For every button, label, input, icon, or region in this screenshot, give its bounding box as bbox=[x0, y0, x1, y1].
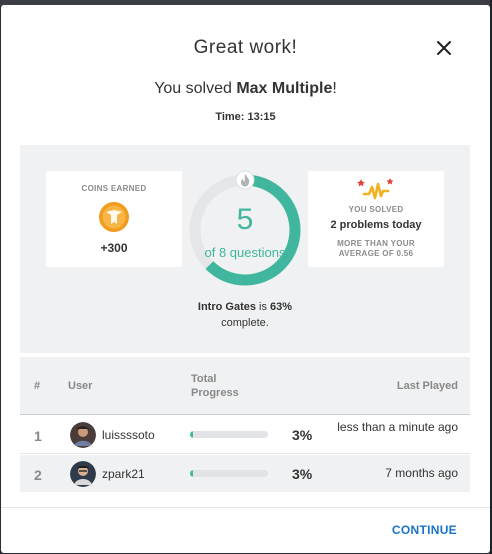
course-name: Intro Gates bbox=[197, 301, 256, 313]
leaderboard-header: # User Total Progress Last Played bbox=[20, 357, 470, 415]
course-progress-text: Intro Gates is 63% complete. bbox=[170, 299, 320, 331]
header-progress-line2: Progress bbox=[191, 387, 239, 399]
row-progress-bar bbox=[190, 470, 268, 477]
course-percent: 63% bbox=[270, 301, 293, 313]
header-progress-line1: Total bbox=[191, 373, 217, 385]
coins-card: COINS EARNED +300 bbox=[46, 171, 182, 267]
ring-value: 5 bbox=[236, 203, 254, 236]
header-progress: Total Progress bbox=[191, 372, 239, 400]
solved-message: You solved Max Multiple! bbox=[1, 80, 490, 98]
row-progress-percent: 3% bbox=[292, 466, 313, 482]
coins-value: +300 bbox=[100, 241, 128, 255]
solved-note-line1: MORE THAN YOUR bbox=[337, 239, 415, 248]
close-icon[interactable] bbox=[435, 39, 453, 57]
row-progress-fill bbox=[190, 470, 194, 477]
header-last-played: Last Played bbox=[396, 380, 458, 392]
continue-button[interactable]: CONTINUE bbox=[392, 523, 457, 537]
row-rank: 2 bbox=[34, 467, 42, 483]
header-rank: # bbox=[34, 380, 41, 392]
solved-note-line2: AVERAGE OF 0.56 bbox=[338, 249, 414, 258]
solved-label: YOU SOLVED bbox=[348, 205, 404, 214]
ring-subtext: of 8 questions bbox=[204, 245, 286, 260]
solved-prefix: You solved bbox=[154, 80, 237, 97]
problem-name: Max Multiple bbox=[236, 80, 333, 97]
coins-label: COINS EARNED bbox=[81, 184, 147, 193]
row-username[interactable]: zpark21 bbox=[102, 467, 145, 481]
solve-time: Time: 13:15 bbox=[215, 111, 276, 123]
row-last-played: less than a minute ago bbox=[337, 420, 458, 434]
header-user: User bbox=[68, 380, 93, 392]
avatar[interactable] bbox=[70, 461, 96, 487]
footer-divider bbox=[1, 507, 490, 508]
stats-panel: COINS EARNED +300 5 of 8 questions YOU S… bbox=[20, 145, 470, 353]
solved-value: 2 problems today bbox=[330, 219, 422, 231]
avatar[interactable] bbox=[70, 422, 96, 448]
solved-note: MORE THAN YOUR AVERAGE OF 0.56 bbox=[308, 239, 444, 259]
coin-icon bbox=[98, 201, 130, 233]
course-mid: is bbox=[255, 301, 271, 313]
row-rank: 1 bbox=[34, 428, 42, 444]
course-tail: complete. bbox=[221, 317, 269, 329]
row-progress-fill bbox=[190, 431, 194, 438]
solved-card: YOU SOLVED 2 problems today MORE THAN YO… bbox=[308, 171, 444, 267]
modal-title: Great work! bbox=[193, 37, 298, 58]
table-row[interactable]: 1 luissssoto 3% less than a minute ago bbox=[20, 416, 470, 454]
row-progress-percent: 3% bbox=[292, 427, 313, 443]
flame-icon bbox=[235, 170, 255, 190]
table-row[interactable]: 2 zpark21 3% 7 months ago bbox=[20, 455, 470, 492]
sparkle-chart-icon bbox=[356, 176, 396, 200]
row-last-played: 7 months ago bbox=[385, 466, 458, 480]
completion-modal: Great work! You solved Max Multiple! Tim… bbox=[1, 5, 490, 553]
row-progress-bar bbox=[190, 431, 268, 438]
row-username[interactable]: luissssoto bbox=[102, 428, 155, 442]
solved-suffix: ! bbox=[332, 80, 337, 97]
